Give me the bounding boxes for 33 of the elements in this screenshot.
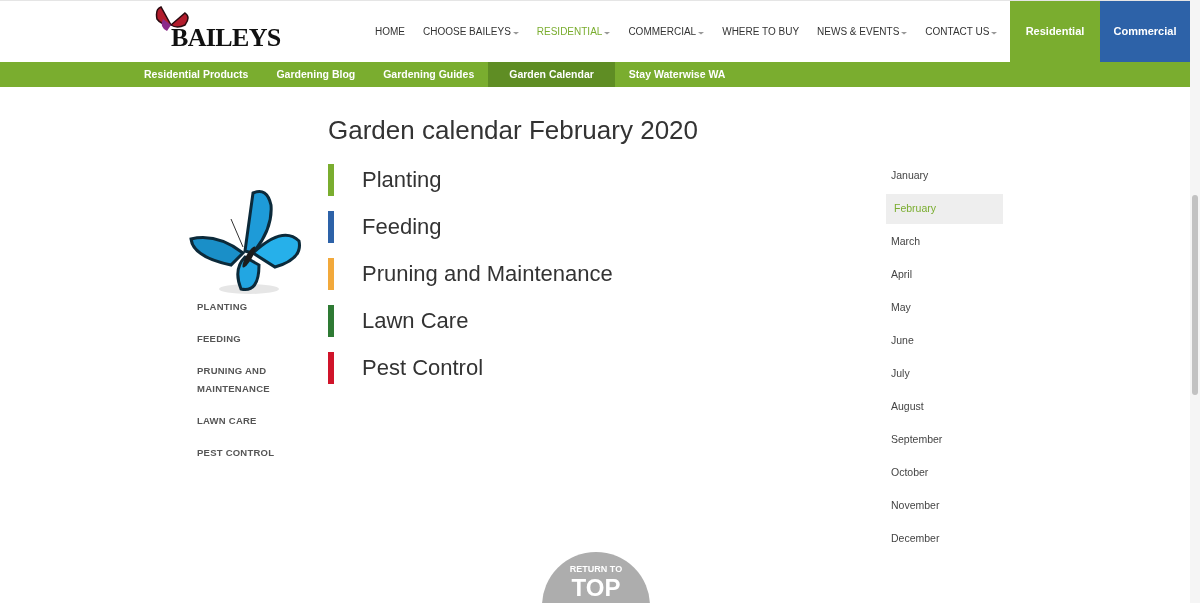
category-link[interactable]: Planting	[362, 163, 442, 196]
sidebar-link[interactable]: FEEDING	[197, 330, 287, 348]
sidebar-link[interactable]: PLANTING	[197, 298, 287, 316]
site-switch-button[interactable]: Commercial	[1100, 1, 1190, 62]
month-link[interactable]: November	[886, 491, 1003, 521]
month-link[interactable]: June	[886, 326, 1003, 356]
month-link[interactable]: September	[886, 425, 1003, 455]
sidebar-link[interactable]: PRUNING AND MAINTENANCE	[197, 362, 287, 398]
category-link[interactable]: Feeding	[362, 210, 442, 243]
category-link[interactable]: Pruning and Maintenance	[362, 257, 613, 290]
month-link[interactable]: October	[886, 458, 1003, 488]
nav-link[interactable]: CHOOSE BAILEYS	[423, 24, 519, 39]
month-link[interactable]: August	[886, 392, 1003, 422]
nav-link[interactable]: CONTACT US	[925, 24, 998, 39]
month-link[interactable]: April	[886, 260, 1003, 290]
month-link[interactable]: July	[886, 359, 1003, 389]
nav-link[interactable]: NEWS & EVENTS	[817, 24, 908, 39]
subnav-link[interactable]: Garden Calendar	[488, 62, 615, 87]
logo-wordmark[interactable]: BAILEYS	[171, 25, 281, 51]
sidebar-link[interactable]: PEST CONTROL	[197, 444, 287, 462]
page-title: Garden calendar February 2020	[328, 114, 699, 147]
nav-link[interactable]: COMMERCIAL	[628, 24, 705, 39]
month-link[interactable]: December	[886, 524, 1003, 554]
month-link[interactable]: March	[886, 227, 1003, 257]
month-link[interactable]: May	[886, 293, 1003, 323]
nav-link[interactable]: HOME	[375, 24, 405, 39]
category-link[interactable]: Pest Control	[362, 351, 484, 384]
category-link[interactable]: Lawn Care	[362, 304, 469, 337]
month-link[interactable]: January	[886, 161, 1003, 191]
nav-link[interactable]: WHERE TO BUY	[722, 24, 800, 39]
scrollbar[interactable]	[1190, 0, 1200, 603]
sidebar-link[interactable]: LAWN CARE	[197, 412, 287, 430]
scrollbar-thumb[interactable]	[1192, 195, 1198, 395]
